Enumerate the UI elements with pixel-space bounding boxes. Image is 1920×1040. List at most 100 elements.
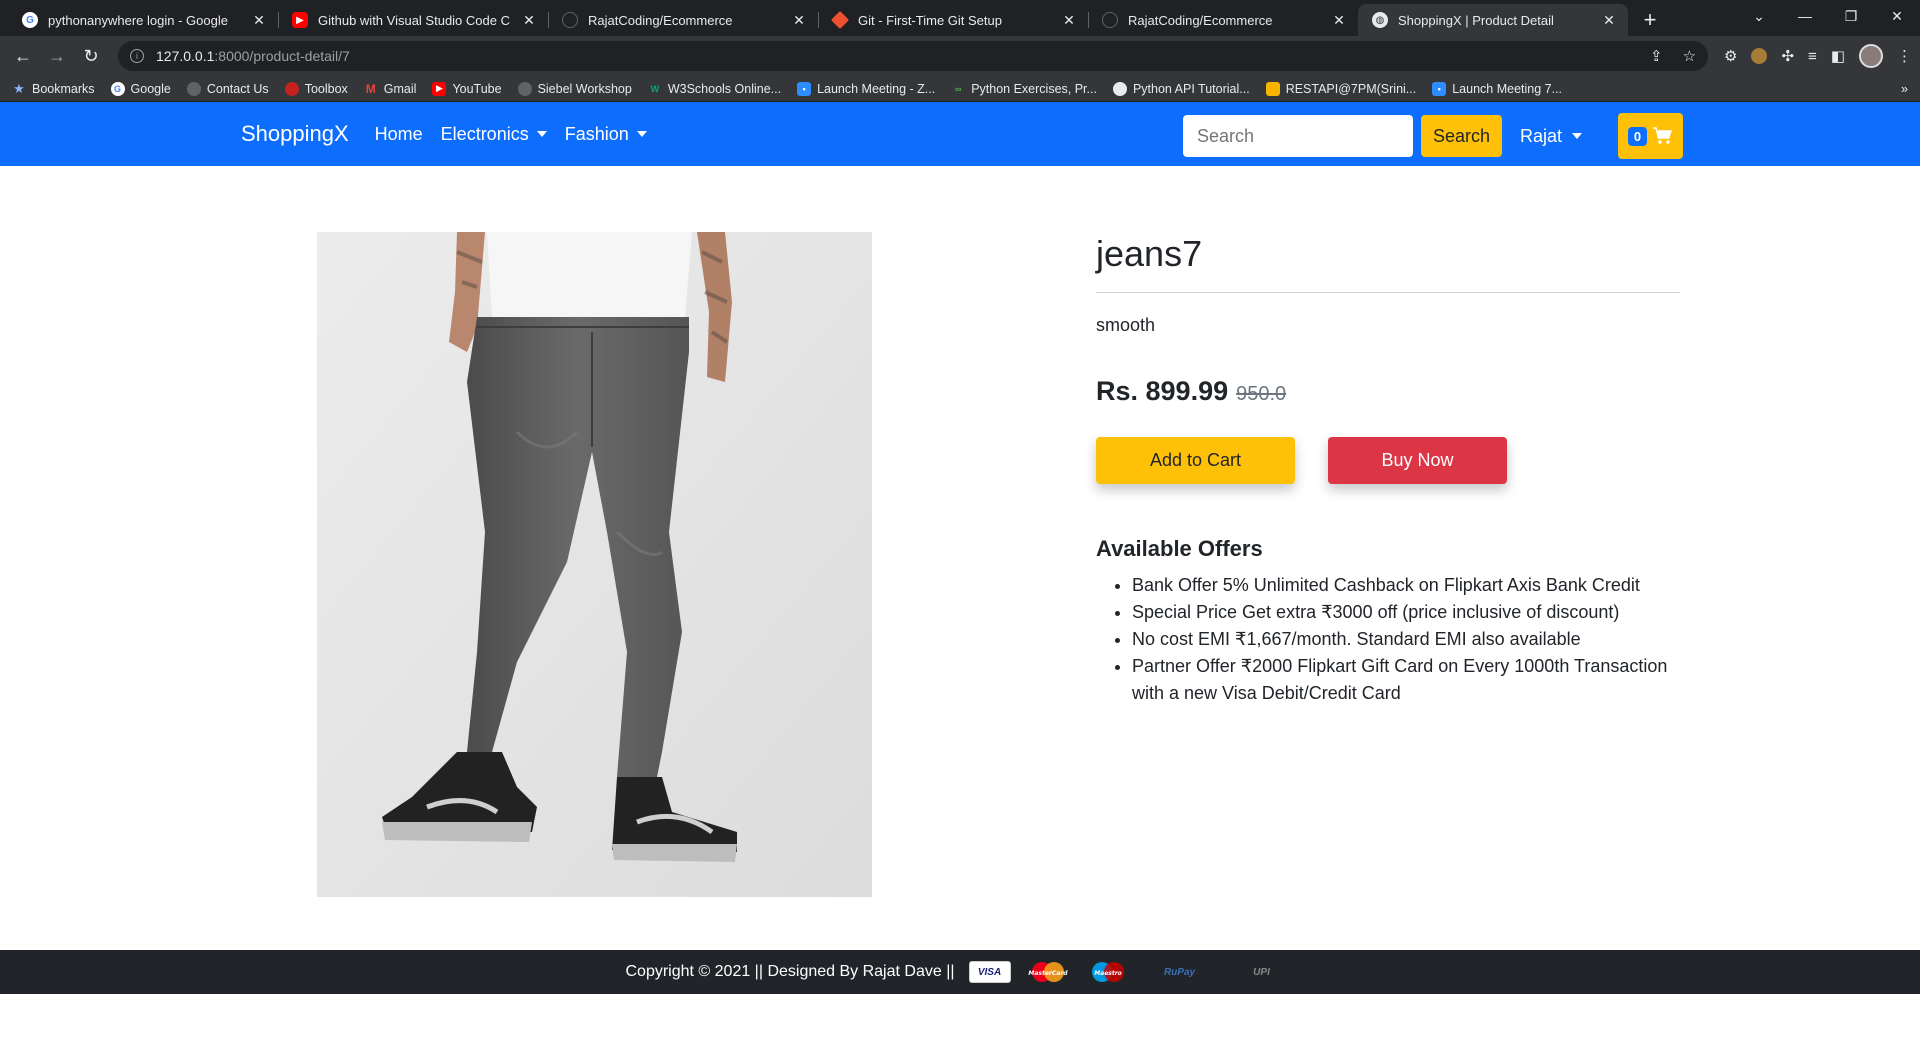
info-icon[interactable]: i <box>130 49 144 63</box>
share-icon[interactable]: ⇪ <box>1650 47 1663 65</box>
profile-avatar[interactable] <box>1859 44 1883 68</box>
address-bar[interactable]: i 127.0.0.1:8000/product-detail/7 ⇪ ☆ <box>118 41 1709 71</box>
browser-tab[interactable]: RajatCoding/Ecommerce ✕ <box>548 4 818 36</box>
browser-tab[interactable]: G pythonanywhere login - Google ✕ <box>8 4 278 36</box>
offer-item: Special Price Get extra ₹3000 off (price… <box>1132 599 1686 626</box>
user-name: Rajat <box>1520 125 1563 146</box>
offers-list: Bank Offer 5% Unlimited Cashback on Flip… <box>1096 572 1686 707</box>
bookmark-label: RESTAPI@7PM(Srini... <box>1285 81 1417 96</box>
bookmark-item[interactable]: Siebel Workshop <box>517 81 632 96</box>
caret-down-icon <box>536 131 547 137</box>
extension-avatar-icon[interactable] <box>1751 48 1768 64</box>
toolbox-icon <box>284 81 299 96</box>
caret-down-icon <box>1572 133 1583 139</box>
bookmark-item[interactable]: Python API Tutorial... <box>1112 81 1250 96</box>
close-icon[interactable]: ✕ <box>1330 12 1348 29</box>
youtube-icon: ▶ <box>292 12 308 28</box>
bookmarks-overflow-icon[interactable]: » <box>1901 82 1908 96</box>
omnibox-actions: ⇪ ☆ <box>1650 47 1696 65</box>
close-icon[interactable]: ✕ <box>790 12 808 29</box>
rupay-logo: RuPay <box>1163 966 1196 978</box>
star-icon: ★ <box>13 80 25 96</box>
browser-tab-active[interactable]: ◍ ShoppingX | Product Detail ✕ <box>1358 4 1628 36</box>
close-icon[interactable]: ✕ <box>250 12 268 29</box>
extensions-area: ⚙ ✣ ≡ ◧ ⋮ <box>1724 44 1912 68</box>
offer-item: No cost EMI ₹1,667/month. Standard EMI a… <box>1132 626 1686 653</box>
svg-text:Maestro: Maestro <box>1094 970 1122 977</box>
minimize-icon[interactable]: — <box>1782 8 1828 24</box>
bookmark-label: Toolbox <box>304 81 348 96</box>
nav-electronics-label: Electronics <box>440 123 529 144</box>
visa-logo: VISA <box>968 961 1011 983</box>
brand-logo[interactable]: ShoppingX <box>241 121 349 147</box>
bookmarks-bar: ★ Bookmarks G Google Contact Us Toolbox MG… <box>0 76 1920 102</box>
window-controls: ⌄ — ❐ ✕ <box>1736 0 1920 32</box>
tab-search-icon[interactable]: ⌄ <box>1736 8 1782 25</box>
sidepanel-icon[interactable]: ◧ <box>1831 47 1845 65</box>
forward-icon[interactable]: → <box>42 41 72 71</box>
reload-icon[interactable]: ↻ <box>76 41 106 71</box>
bookmark-label: Launch Meeting - Z... <box>817 81 936 96</box>
close-icon[interactable]: ✕ <box>1060 12 1078 29</box>
bookmark-item[interactable]: ▪ Launch Meeting 7... <box>1432 81 1563 96</box>
upi-logo: UPI <box>1253 966 1270 978</box>
back-icon[interactable]: ← <box>8 41 38 71</box>
bookmark-label: YouTube <box>452 81 502 96</box>
extension-icon[interactable]: ⚙ <box>1724 47 1737 65</box>
close-window-icon[interactable]: ✕ <box>1874 8 1920 25</box>
maestro-logo: Maestro <box>1085 961 1131 983</box>
globe-icon <box>186 81 201 96</box>
bookmark-item[interactable]: W W3Schools Online... <box>648 82 782 96</box>
bookmark-label: Siebel Workshop <box>537 81 632 96</box>
close-icon[interactable]: ✕ <box>1600 12 1618 29</box>
bookmark-label: Launch Meeting 7... <box>1452 81 1563 96</box>
bookmark-label: Bookmarks <box>32 81 95 96</box>
search-button[interactable]: Search <box>1421 115 1502 157</box>
user-dropdown[interactable]: Rajat <box>1520 125 1583 147</box>
tab-title: RajatCoding/Ecommerce <box>588 12 733 28</box>
url-host: 127.0.0.1 <box>156 48 215 64</box>
media-icon[interactable]: ≡ <box>1808 48 1817 65</box>
w3schools-icon: W <box>650 83 660 94</box>
browser-tab[interactable]: Git - First-Time Git Setup ✕ <box>818 4 1088 36</box>
menu-icon[interactable]: ⋮ <box>1897 47 1912 65</box>
bookmark-label: Google <box>130 81 171 96</box>
bookmark-star-icon[interactable]: ☆ <box>1683 47 1696 65</box>
zoom-icon: ▪ <box>1432 81 1447 96</box>
browser-tab[interactable]: RajatCoding/Ecommerce ✕ <box>1088 4 1358 36</box>
search-input[interactable] <box>1183 115 1413 157</box>
bookmark-item[interactable]: M Gmail <box>364 82 417 96</box>
cart-button[interactable]: 0 <box>1618 113 1684 159</box>
w3resource-icon: ∞ <box>954 83 962 94</box>
bookmark-label: Contact Us <box>206 81 269 96</box>
jeans-photo <box>317 232 872 897</box>
bookmark-item[interactable]: ▪ Launch Meeting - Z... <box>797 81 936 96</box>
browser-tab[interactable]: ▶ Github with Visual Studio Code C ✕ <box>278 4 548 36</box>
nav-fashion-dropdown[interactable]: Fashion <box>565 124 647 145</box>
bookmark-item[interactable]: ★ Bookmarks <box>12 80 95 96</box>
cart-count-badge: 0 <box>1627 126 1648 146</box>
bookmark-item[interactable]: Toolbox <box>284 81 348 96</box>
restore-icon[interactable]: ❐ <box>1828 8 1874 25</box>
url-path: :8000/product-detail/7 <box>214 48 350 64</box>
nav-home[interactable]: Home <box>375 124 423 145</box>
add-to-cart-button[interactable]: Add to Cart <box>1096 437 1295 484</box>
bookmark-label: Python Exercises, Pr... <box>971 81 1097 96</box>
gmail-icon: M <box>365 81 376 96</box>
buy-now-button[interactable]: Buy Now <box>1328 437 1507 484</box>
close-icon[interactable]: ✕ <box>520 12 538 29</box>
bookmark-item[interactable]: Contact Us <box>186 81 269 96</box>
github-icon <box>1102 12 1118 28</box>
tab-title: ShoppingX | Product Detail <box>1398 12 1554 28</box>
new-tab-button[interactable]: + <box>1636 6 1664 34</box>
zoom-icon: ▪ <box>797 81 812 96</box>
product-price: Rs. 899.99 <box>1096 376 1229 406</box>
bookmark-item[interactable]: ∞ Python Exercises, Pr... <box>951 82 1097 96</box>
classroom-icon <box>1265 81 1280 96</box>
puzzle-icon[interactable]: ✣ <box>1781 47 1794 65</box>
bookmark-item[interactable]: G Google <box>110 81 171 96</box>
bookmark-item[interactable]: ▶ YouTube <box>432 81 502 96</box>
bookmark-item[interactable]: RESTAPI@7PM(Srini... <box>1265 81 1417 96</box>
nav-electronics-dropdown[interactable]: Electronics <box>441 124 547 145</box>
product-image <box>317 232 872 897</box>
